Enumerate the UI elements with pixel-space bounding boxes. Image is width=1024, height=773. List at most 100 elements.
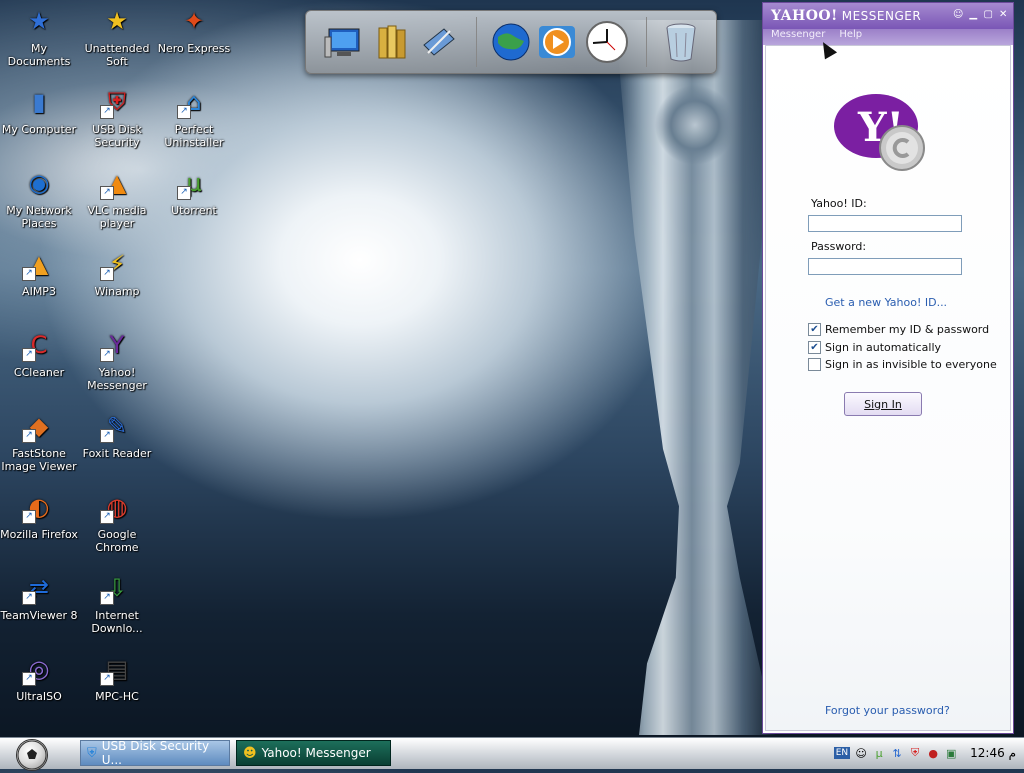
globe-icon[interactable]: [488, 19, 534, 65]
shortcut-arrow-icon: ↗: [100, 267, 114, 281]
desktop-icon-my-computer[interactable]: ▮ My Computer: [0, 85, 78, 137]
app-icon: ⚡ ↗: [100, 247, 134, 281]
app-icon: ◎ ↗: [22, 652, 56, 686]
language-indicator[interactable]: EN: [833, 747, 851, 759]
desktop-icon-mozilla-firefox[interactable]: ◐ ↗ Mozilla Firefox: [0, 490, 78, 542]
antivirus-tray-icon[interactable]: ●: [926, 746, 940, 760]
folders-icon[interactable]: [370, 19, 416, 65]
media-player-icon[interactable]: [534, 19, 580, 65]
pen-tablet-icon[interactable]: [416, 19, 462, 65]
smiley-icon[interactable]: ☺: [953, 9, 964, 20]
taskbar-item-label: Yahoo! Messenger: [261, 746, 371, 760]
desktop-icon-winamp[interactable]: ⚡ ↗ Winamp: [78, 247, 156, 299]
app-icon: ◆ ↗: [22, 409, 56, 443]
desktop-icon-vlc-media-player[interactable]: ▲ ↗ VLC media player: [78, 166, 156, 231]
desktop-icon-internet-downlo[interactable]: ⇩ ↗ Internet Downlo...: [78, 571, 156, 636]
app-icon: ⇄ ↗: [22, 571, 56, 605]
menu-messenger[interactable]: Messenger: [771, 29, 825, 45]
password-input[interactable]: [808, 258, 962, 275]
app-icon: ✦: [183, 6, 205, 35]
title-product: MESSENGER: [841, 9, 922, 23]
remember-checkbox[interactable]: ✔ Remember my ID & password: [808, 323, 989, 336]
password-label: Password:: [811, 240, 867, 253]
app-icon: ◉: [28, 168, 50, 197]
desktop-icon-label: CCleaner: [13, 366, 65, 379]
forgot-password-link[interactable]: Forgot your password?: [825, 704, 950, 717]
shortcut-arrow-icon: ↗: [22, 672, 36, 686]
shortcut-arrow-icon: ↗: [100, 429, 114, 443]
desktop-icon-label: Mozilla Firefox: [0, 528, 78, 541]
shortcut-arrow-icon: ↗: [22, 348, 36, 362]
clock-readout[interactable]: 12:46 م: [970, 746, 1016, 760]
desktop-icon-unattended-soft[interactable]: ★ Unattended Soft: [78, 4, 156, 69]
invisible-checkbox-box[interactable]: [808, 358, 821, 371]
desktop-icon-label: My Network Places: [6, 204, 72, 230]
yahoo-logo-icon: Y!: [834, 94, 925, 171]
shortcut-arrow-icon: ↗: [100, 105, 114, 119]
desktop-icon-my-documents[interactable]: ★ My Documents: [0, 4, 78, 69]
desktop-icon-perfect-uninstaller[interactable]: ⌂ ↗ Perfect Uninstaller: [155, 85, 233, 150]
yahoo-id-input[interactable]: [808, 215, 962, 232]
desktop-icon-ultraiso[interactable]: ◎ ↗ UltraISO: [0, 652, 78, 704]
desktop-icon-label: Foxit Reader: [82, 447, 152, 460]
close-button[interactable]: ✕: [998, 9, 1009, 20]
yahoo-id-label: Yahoo! ID:: [811, 197, 867, 210]
maximize-button[interactable]: ▢: [983, 9, 994, 20]
desktop-icon-my-network-places[interactable]: ◉ My Network Places: [0, 166, 78, 231]
taskbar-item-usb-disk-security[interactable]: ⛨ USB Disk Security U...: [80, 739, 230, 767]
shortcut-arrow-icon: ↗: [177, 186, 191, 200]
network-tray-icon[interactable]: ⇅: [890, 746, 904, 760]
shortcut-arrow-icon: ↗: [22, 429, 36, 443]
auto-signin-checkbox[interactable]: ✔ Sign in automatically: [808, 341, 941, 354]
desktop-icon-label: AIMP3: [22, 285, 56, 298]
desktop-icon-mpc-hc[interactable]: ▤ ↗ MPC-HC: [78, 652, 156, 704]
app-icon: ▲ ↗: [100, 166, 134, 200]
dock-bar: [305, 10, 717, 74]
desktop-icon-faststone-image-viewer[interactable]: ◆ ↗ FastStone Image Viewer: [0, 409, 78, 474]
yahoo-messenger-window: YAHOO! MESSENGER ☺ ▁ ▢ ✕ Messenger Help …: [762, 2, 1014, 734]
sign-in-button[interactable]: Sign In: [844, 392, 922, 416]
start-button[interactable]: [16, 739, 48, 771]
new-id-link[interactable]: Get a new Yahoo! ID...: [825, 296, 947, 309]
menu-help[interactable]: Help: [839, 29, 862, 45]
desktop-icon-utorrent[interactable]: µ ↗ Utorrent: [155, 166, 233, 218]
desktop-icon-teamviewer-8[interactable]: ⇄ ↗ TeamViewer 8: [0, 571, 78, 623]
desktop-icon-ccleaner[interactable]: C ↗ CCleaner: [0, 328, 78, 380]
messenger-title-bar[interactable]: YAHOO! MESSENGER ☺ ▁ ▢ ✕: [763, 3, 1013, 29]
desktop-icon-usb-disk-security[interactable]: ⛨ ↗ USB Disk Security: [78, 85, 156, 150]
shortcut-arrow-icon: ↗: [100, 348, 114, 362]
monitor-tray-icon[interactable]: ▣: [944, 746, 958, 760]
minimize-button[interactable]: ▁: [968, 9, 979, 20]
app-icon: Y ↗: [100, 328, 134, 362]
app-icon: µ ↗: [177, 166, 211, 200]
utorrent-tray-icon[interactable]: µ: [872, 746, 886, 760]
smiley-tray-icon[interactable]: ☺: [854, 746, 868, 760]
desktop-icon-label: USB Disk Security: [92, 123, 142, 149]
desktop-icon-foxit-reader[interactable]: ✎ ↗ Foxit Reader: [78, 409, 156, 461]
remember-checkbox-box[interactable]: ✔: [808, 323, 821, 336]
app-icon: ◐ ↗: [22, 490, 56, 524]
auto-signin-checkbox-box[interactable]: ✔: [808, 341, 821, 354]
desktop-icon-label: MPC-HC: [95, 690, 139, 703]
app-icon: C ↗: [22, 328, 56, 362]
desktop-icon-label: Unattended Soft: [84, 42, 150, 68]
desktop-icon-aimp3[interactable]: ▲ ↗ AIMP3: [0, 247, 78, 298]
desktop-icon-google-chrome[interactable]: ◍ ↗ Google Chrome: [78, 490, 156, 555]
computer-icon[interactable]: [320, 19, 366, 65]
desktop-icon-yahoo-messenger[interactable]: Y ↗ Yahoo! Messenger: [78, 328, 156, 393]
desktop-icon-label: FastStone Image Viewer: [1, 447, 77, 473]
shortcut-arrow-icon: ↗: [100, 186, 114, 200]
system-tray: EN ☺ µ ⇅ ⛨ ● ▣ 12:46 م: [826, 740, 1024, 766]
desktop-icon-nero-express[interactable]: ✦ Nero Express: [155, 4, 233, 56]
remember-label: Remember my ID & password: [825, 323, 990, 336]
title-brand: YAHOO!: [771, 8, 838, 24]
usb-security-tray-icon[interactable]: ⛨: [908, 746, 922, 760]
taskbar-item-yahoo-messenger[interactable]: ☻ Yahoo! Messenger: [236, 740, 391, 766]
clock-icon[interactable]: [584, 19, 630, 65]
shortcut-arrow-icon: ↗: [22, 510, 36, 524]
app-icon: ▮: [32, 87, 46, 116]
login-panel: Y! Yahoo! ID: Password: Get a new Yahoo!…: [765, 45, 1011, 731]
invisible-checkbox[interactable]: Sign in as invisible to everyone: [808, 358, 997, 371]
recycle-bin-icon[interactable]: [658, 19, 704, 65]
desktop-icon-label: My Computer: [1, 123, 77, 136]
